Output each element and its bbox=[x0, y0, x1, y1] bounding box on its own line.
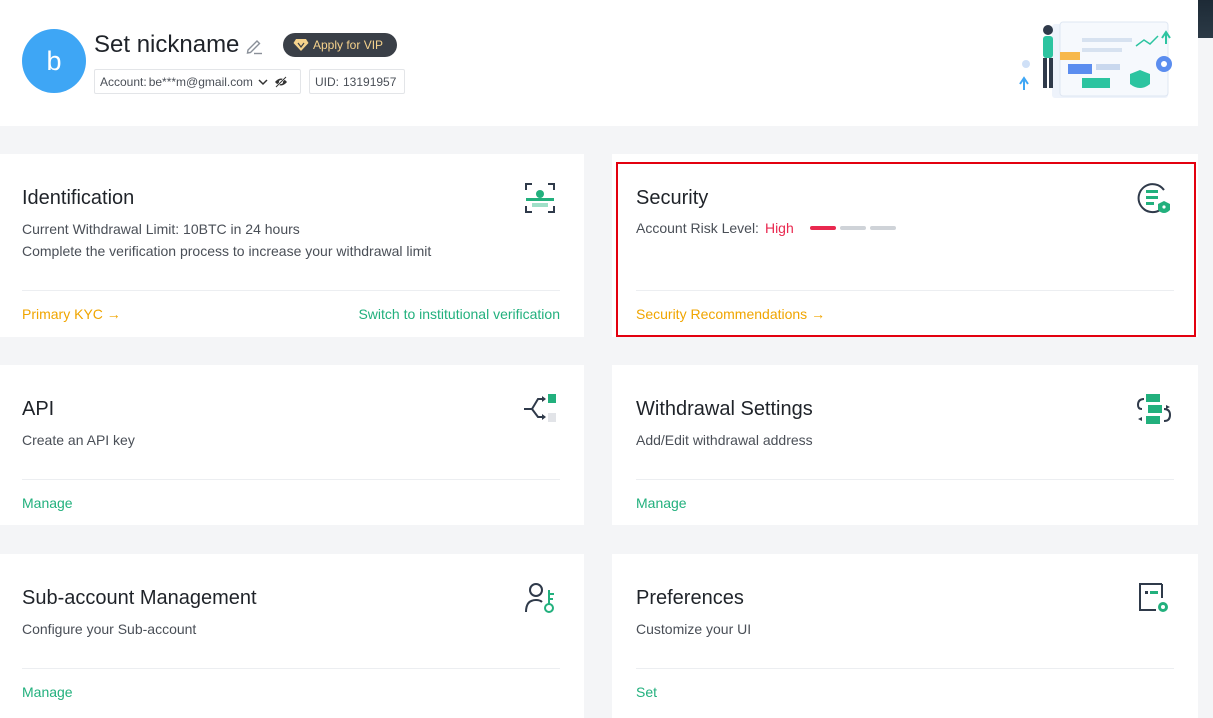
risk-bar bbox=[839, 226, 866, 230]
chevron-down-icon[interactable] bbox=[258, 78, 268, 86]
user-key-icon bbox=[525, 583, 554, 613]
nickname: Set nickname bbox=[94, 31, 240, 58]
withdrawal-icon bbox=[1136, 394, 1172, 424]
api-manage-link[interactable]: Manage bbox=[22, 495, 73, 511]
divider bbox=[636, 290, 1174, 291]
account-value: be***m@gmail.com bbox=[148, 74, 253, 89]
divider bbox=[636, 668, 1174, 669]
subaccount-title: Sub-account Management bbox=[22, 587, 257, 609]
withdrawal-card: Withdrawal Settings Add/Edit withdrawal … bbox=[612, 365, 1198, 525]
subaccount-manage-link[interactable]: Manage bbox=[22, 684, 73, 700]
preferences-title: Preferences bbox=[636, 587, 744, 609]
api-desc: Create an API key bbox=[22, 432, 135, 448]
verification-hint: Complete the verification process to inc… bbox=[22, 243, 432, 259]
preferences-set-link[interactable]: Set bbox=[636, 684, 657, 700]
risk-level-row: Account Risk Level: High bbox=[636, 220, 900, 236]
withdrawal-title: Withdrawal Settings bbox=[636, 398, 813, 420]
apply-vip-button[interactable]: Apply for VIP bbox=[283, 33, 397, 57]
eye-off-icon[interactable] bbox=[274, 75, 288, 88]
withdrawal-manage-link[interactable]: Manage bbox=[636, 495, 687, 511]
subaccount-desc: Configure your Sub-account bbox=[22, 621, 197, 637]
risk-bar bbox=[809, 226, 836, 230]
security-title: Security bbox=[636, 187, 709, 209]
divider bbox=[22, 668, 560, 669]
withdrawal-desc: Add/Edit withdrawal address bbox=[636, 432, 813, 448]
risk-level-value: High bbox=[764, 220, 794, 236]
account-selector[interactable]: Account: be***m@gmail.com bbox=[94, 69, 301, 94]
withdrawal-limit-text: Current Withdrawal Limit: 10BTC in 24 ho… bbox=[22, 221, 300, 237]
api-title: API bbox=[22, 398, 55, 420]
security-recommendations-link[interactable]: Security Recommendations → bbox=[636, 306, 825, 322]
subaccount-card: Sub-account Management Configure your Su… bbox=[0, 554, 584, 718]
account-label: Account: bbox=[100, 74, 147, 89]
api-icon bbox=[524, 394, 556, 422]
primary-kyc-link[interactable]: Primary KYC → bbox=[22, 306, 121, 322]
preferences-card: Preferences Customize your UI Set bbox=[612, 554, 1198, 718]
institutional-verification-link[interactable]: Switch to institutional verification bbox=[358, 306, 560, 322]
header-illustration bbox=[1019, 21, 1172, 98]
divider bbox=[636, 479, 1174, 480]
preferences-desc: Customize your UI bbox=[636, 621, 752, 637]
api-card: API Create an API key Manage bbox=[0, 365, 584, 525]
risk-bar bbox=[869, 226, 896, 230]
security-card: Security Account Risk Level: High Securi… bbox=[612, 154, 1198, 337]
avatar[interactable]: b bbox=[22, 29, 86, 93]
identification-card: Identification Current Withdrawal Limit:… bbox=[0, 154, 584, 337]
risk-level-bars bbox=[809, 226, 900, 230]
profile-header: b Set nickname Apply for VIP Account: be… bbox=[0, 0, 1198, 126]
identification-title: Identification bbox=[22, 187, 135, 209]
uid-value: 13191957 bbox=[343, 74, 397, 89]
shield-doc-icon bbox=[1137, 183, 1170, 214]
uid-box: UID: 13191957 bbox=[309, 69, 405, 94]
uid-label: UID: bbox=[315, 74, 339, 89]
settings-doc-icon bbox=[1139, 583, 1168, 612]
divider bbox=[22, 479, 560, 480]
vip-label: Apply for VIP bbox=[313, 38, 384, 52]
risk-level-label: Account Risk Level: bbox=[636, 220, 759, 236]
window-edge bbox=[1198, 0, 1213, 38]
edit-icon[interactable] bbox=[244, 36, 264, 56]
divider bbox=[22, 290, 560, 291]
diamond-icon bbox=[293, 39, 309, 51]
face-scan-icon bbox=[525, 183, 555, 213]
